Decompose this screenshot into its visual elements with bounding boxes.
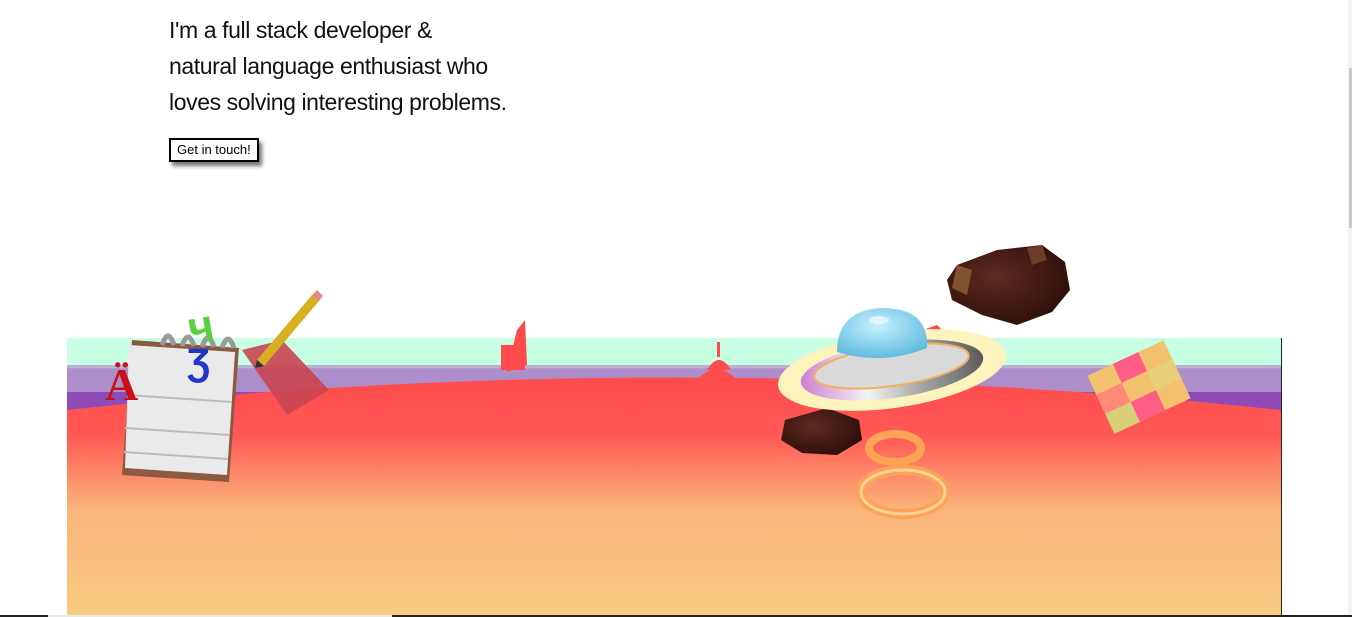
asteroid-icon <box>947 245 1070 325</box>
notebook-icon <box>122 333 239 482</box>
planet-ground <box>67 377 1281 615</box>
hero-line: loves solving interesting problems. <box>169 89 507 115</box>
notebook-letter: Ʒ <box>187 342 210 384</box>
hero-line: I'm a full stack developer & <box>169 17 432 43</box>
scene-edge <box>1281 338 1282 615</box>
notebook-letter: Ä <box>105 359 138 410</box>
get-in-touch-button[interactable]: Get in touch! <box>169 138 259 162</box>
3d-scene: Ä ч Ʒ <box>67 170 1281 615</box>
scene-canvas: Ä ч Ʒ <box>67 245 1281 615</box>
hero-line: natural language enthusiast who <box>169 53 488 79</box>
scrollbar[interactable] <box>1348 0 1352 617</box>
hero-intro: I'm a full stack developer & natural lan… <box>169 12 589 120</box>
